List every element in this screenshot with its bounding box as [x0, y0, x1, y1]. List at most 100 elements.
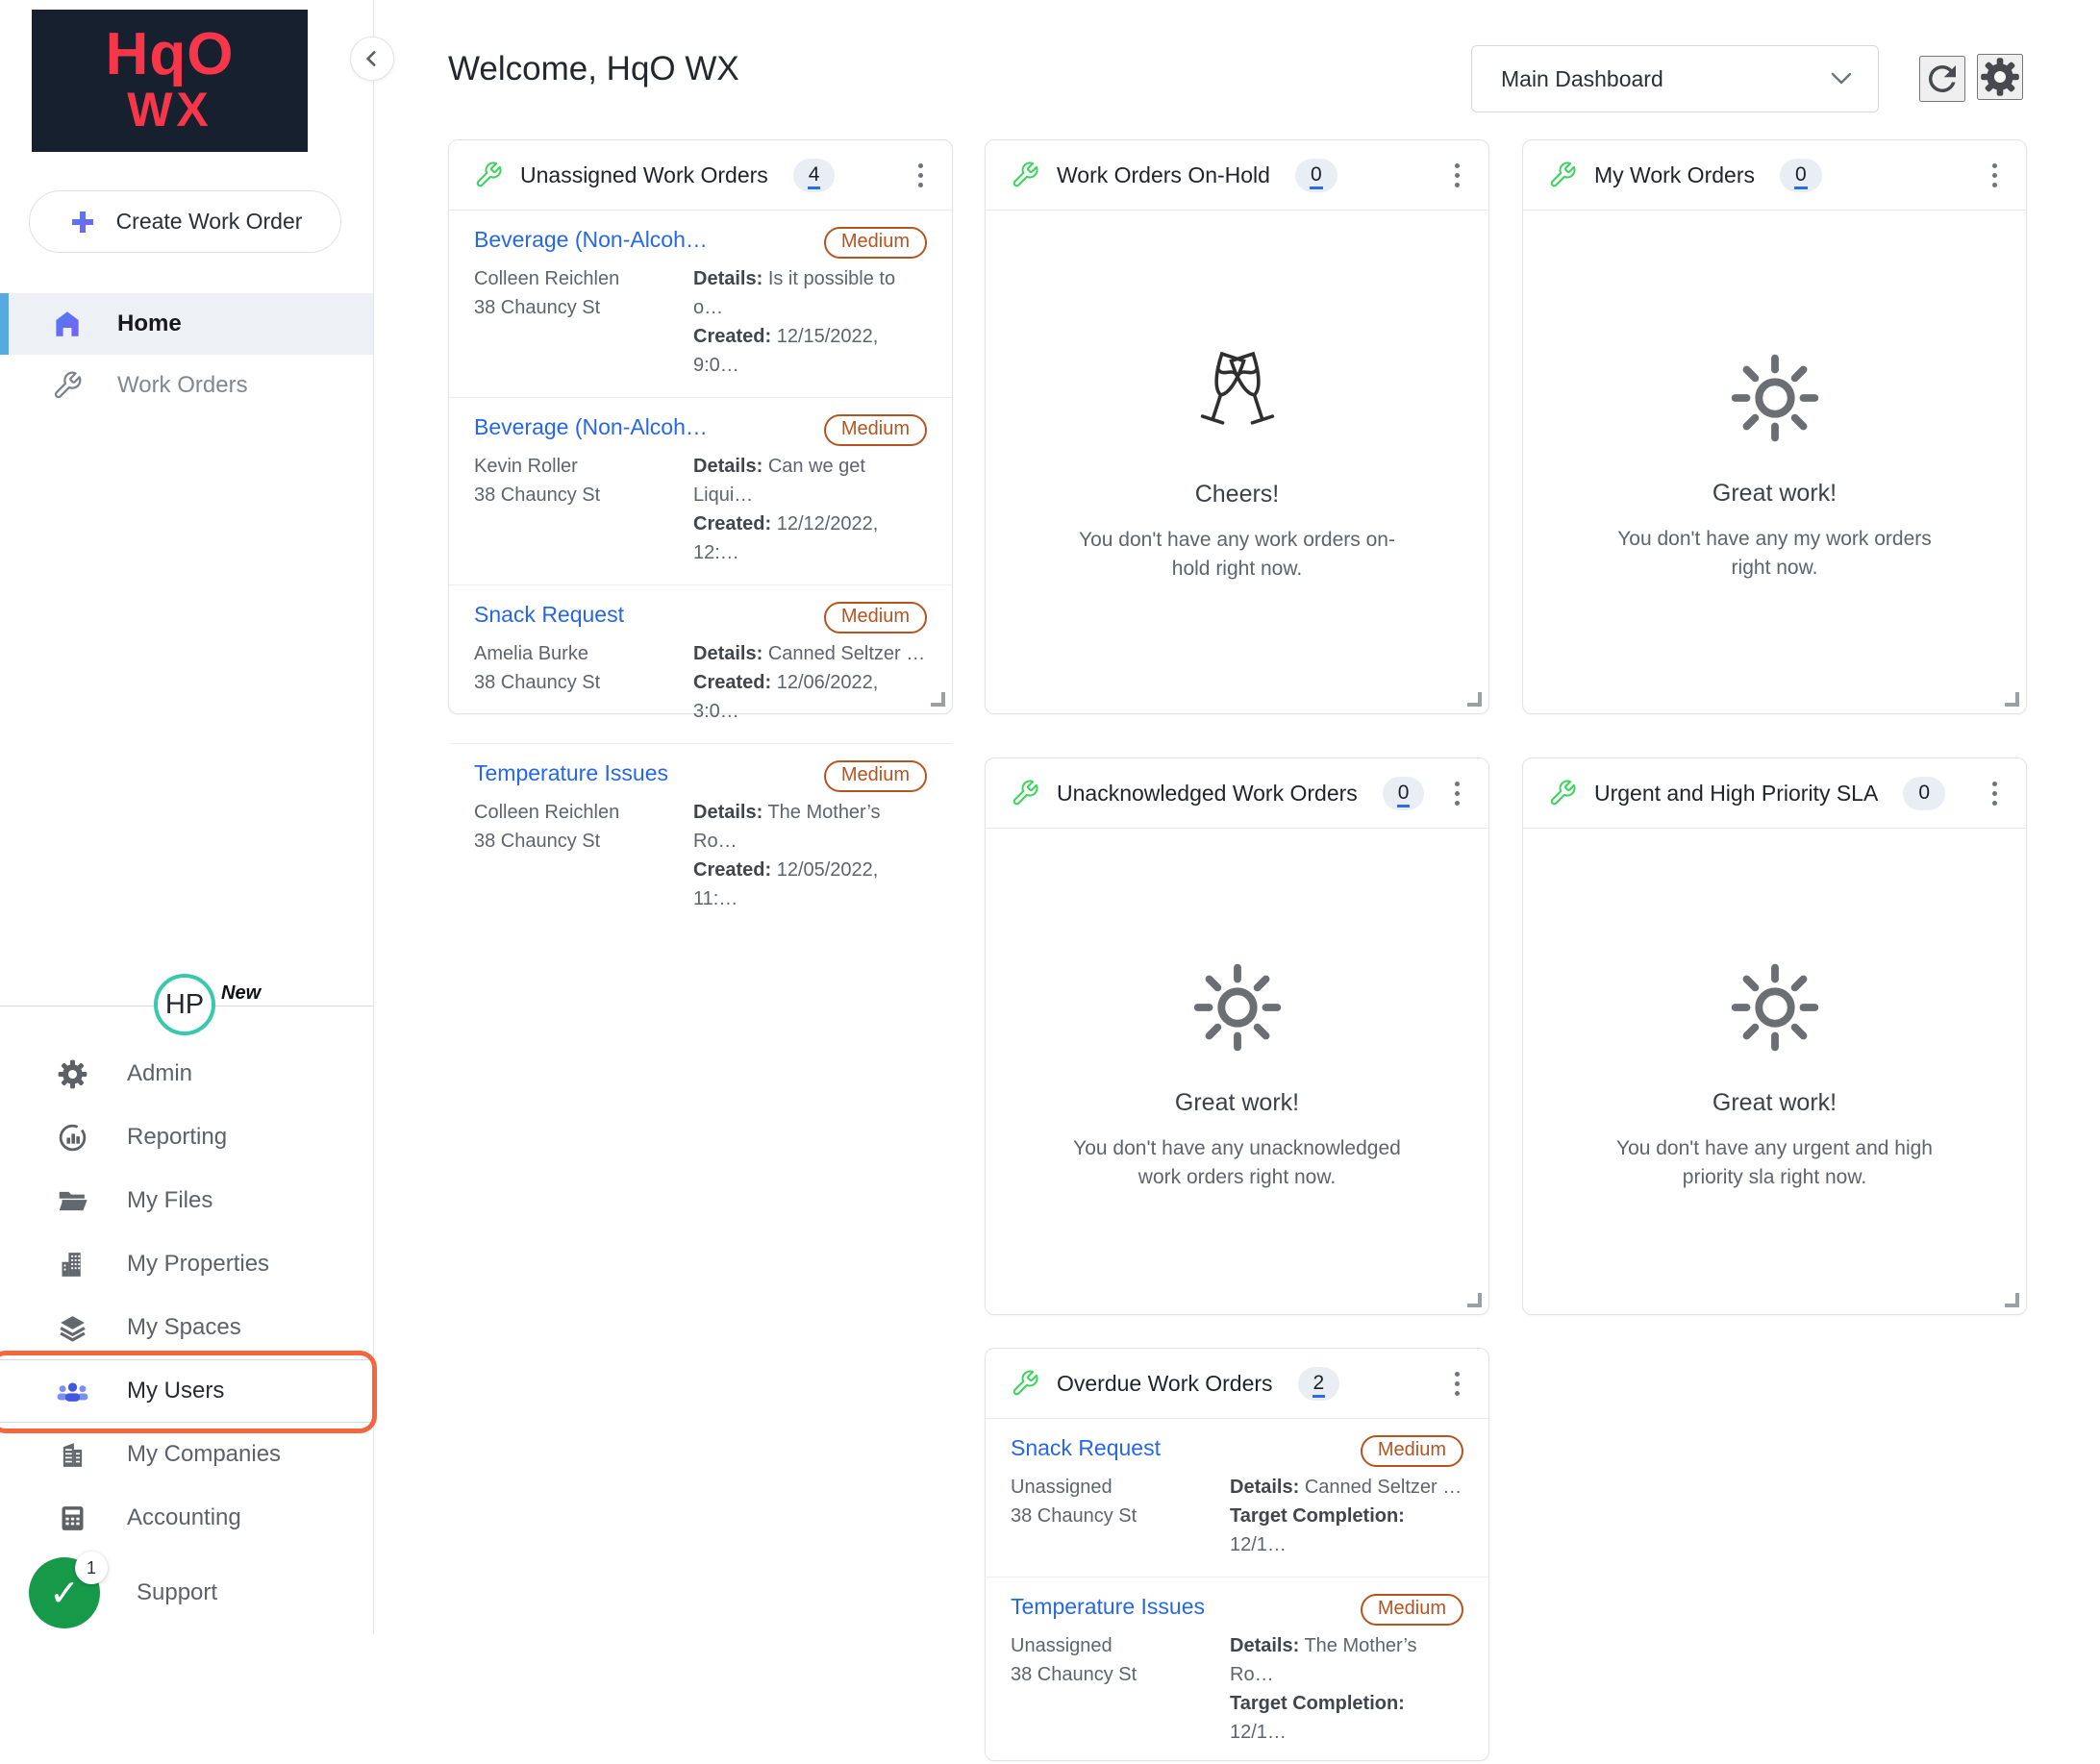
refresh-button[interactable] [1919, 56, 1965, 102]
sidebar-item-my-users[interactable]: My Users [0, 1359, 373, 1423]
sidebar-item-accounting[interactable]: Accounting [0, 1486, 373, 1550]
work-order-item[interactable]: Beverage (Non-Alcoh… Medium Kevin Roller… [449, 398, 952, 585]
details-line: Details: Can we get Liqui… [693, 452, 927, 509]
card-header: Overdue Work Orders 2 [986, 1349, 1488, 1419]
count-badge[interactable]: 0 [1383, 777, 1425, 810]
requester: Unassigned [1011, 1631, 1230, 1660]
resize-handle[interactable] [1467, 1293, 1482, 1307]
empty-state: Great work! You don't have any urgent an… [1523, 829, 2026, 1314]
sun-icon [1181, 951, 1294, 1064]
resize-handle[interactable] [2005, 692, 2019, 707]
wrench-icon [1011, 1369, 1039, 1398]
kebab-menu-icon[interactable] [912, 158, 929, 193]
avatar[interactable]: HP [154, 974, 215, 1035]
sidebar-item-support[interactable]: ✓ 1 Support [0, 1550, 373, 1636]
kebab-menu-icon[interactable] [1987, 776, 2003, 811]
resize-handle[interactable] [2005, 1293, 2019, 1307]
count-badge[interactable]: 0 [1903, 777, 1945, 810]
details-line: Details: The Mother’s Ro… [1230, 1631, 1463, 1689]
work-order-link[interactable]: Temperature Issues [1011, 1594, 1205, 1620]
work-order-list: Beverage (Non-Alcoh… Medium Colleen Reic… [449, 211, 952, 931]
sidebar-item-label: Support [137, 1579, 217, 1606]
dashboard-settings-button[interactable] [1977, 54, 2023, 100]
work-order-item[interactable]: Temperature Issues Medium Unassigned 38 … [986, 1578, 1488, 1764]
kebab-menu-icon[interactable] [1449, 1366, 1465, 1402]
kebab-menu-icon[interactable] [1449, 158, 1465, 193]
empty-state-heading: Great work! [1712, 1089, 1837, 1117]
empty-state-text: You don't have any unacknowledged work o… [1071, 1134, 1403, 1192]
wrench-icon [1011, 161, 1039, 189]
priority-badge: Medium [824, 602, 927, 634]
sidebar-item-label: Work Orders [117, 372, 248, 399]
card-title: Unacknowledged Work Orders [1057, 781, 1358, 807]
priority-badge: Medium [1361, 1435, 1463, 1467]
count-badge[interactable]: 4 [793, 159, 836, 192]
priority-badge: Medium [824, 760, 927, 792]
details-line: Details: Is it possible to o… [693, 264, 927, 322]
work-order-link[interactable]: Snack Request [1011, 1435, 1161, 1461]
count-badge[interactable]: 0 [1295, 159, 1338, 192]
refresh-icon [1922, 59, 1962, 99]
wrench-icon [1011, 779, 1039, 807]
work-order-item[interactable]: Temperature Issues Medium Colleen Reichl… [449, 744, 952, 931]
details-line: Details: The Mother’s Ro… [693, 798, 927, 856]
calculator-icon [54, 1503, 90, 1534]
kebab-menu-icon[interactable] [1449, 776, 1465, 811]
sidebar-item-my-companies[interactable]: My Companies [0, 1423, 373, 1486]
sidebar-collapse-button[interactable] [350, 37, 394, 81]
folder-icon [54, 1185, 90, 1217]
gear-icon [54, 1058, 90, 1090]
create-work-order-label: Create Work Order [116, 209, 303, 235]
empty-state: Cheers! You don't have any work orders o… [986, 211, 1488, 713]
create-work-order-button[interactable]: Create Work Order [29, 190, 341, 253]
sidebar-item-admin[interactable]: Admin [0, 1042, 373, 1106]
resize-handle[interactable] [931, 692, 945, 707]
count-badge[interactable]: 0 [1780, 159, 1822, 192]
card-header: Unacknowledged Work Orders 0 [986, 758, 1488, 829]
wrench-icon [1548, 161, 1577, 189]
card-unassigned-work-orders: Unassigned Work Orders 4 Beverage (Non-A… [448, 139, 953, 714]
resize-handle[interactable] [1467, 692, 1482, 707]
card-work-orders-on-hold: Work Orders On-Hold 0 Cheers! You don't … [985, 139, 1489, 714]
cheers-glasses-icon [1180, 340, 1295, 456]
sidebar-item-my-files[interactable]: My Files [0, 1169, 373, 1232]
work-order-item[interactable]: Snack Request Medium Unassigned 38 Chaun… [986, 1419, 1488, 1578]
count-badge[interactable]: 2 [1298, 1367, 1340, 1401]
kebab-menu-icon[interactable] [1987, 158, 2003, 193]
work-order-link[interactable]: Beverage (Non-Alcoh… [474, 414, 708, 440]
home-icon [50, 308, 85, 340]
sidebar-item-label: My Companies [127, 1441, 281, 1468]
wrench-icon [50, 370, 85, 401]
work-order-link[interactable]: Beverage (Non-Alcoh… [474, 227, 708, 253]
requester: Colleen Reichlen [474, 264, 693, 293]
sidebar-item-label: My Files [127, 1187, 212, 1214]
sidebar-item-my-properties[interactable]: My Properties [0, 1232, 373, 1296]
requester: Amelia Burke [474, 639, 693, 668]
work-order-link[interactable]: Snack Request [474, 602, 624, 628]
sidebar-item-home[interactable]: Home [0, 293, 373, 355]
sidebar-item-my-spaces[interactable]: My Spaces [0, 1296, 373, 1359]
sidebar-item-work-orders[interactable]: Work Orders [0, 355, 373, 416]
support-status-icon[interactable]: ✓ 1 [29, 1557, 100, 1628]
location: 38 Chauncy St [474, 481, 693, 509]
sidebar: HqO WX Create Work Order Home Work Order… [0, 0, 374, 1634]
created-line: Created: 12/05/2022, 11:… [693, 856, 927, 913]
sidebar-item-label: My Spaces [127, 1314, 241, 1341]
avatar-initials: HP [165, 989, 204, 1021]
work-order-list: Snack Request Medium Unassigned 38 Chaun… [986, 1419, 1488, 1764]
work-order-link[interactable]: Temperature Issues [474, 760, 668, 786]
dashboard-select[interactable]: Main Dashboard [1471, 45, 1879, 112]
sidebar-item-label: Admin [127, 1060, 192, 1087]
work-order-item[interactable]: Snack Request Medium Amelia Burke 38 Cha… [449, 585, 952, 744]
sidebar-main-nav: Home Work Orders [0, 293, 373, 416]
wrench-icon [1548, 779, 1577, 807]
logo-text-line1: HqO [106, 26, 235, 84]
work-order-item[interactable]: Beverage (Non-Alcoh… Medium Colleen Reic… [449, 211, 952, 398]
support-count-badge: 1 [75, 1552, 108, 1584]
page-title: Welcome, HqO WX [448, 50, 739, 88]
wrench-icon [474, 161, 503, 189]
sidebar-item-reporting[interactable]: Reporting [0, 1106, 373, 1169]
card-title: Overdue Work Orders [1057, 1371, 1273, 1397]
location: 38 Chauncy St [474, 668, 693, 697]
card-title: Urgent and High Priority SLA [1594, 781, 1878, 807]
